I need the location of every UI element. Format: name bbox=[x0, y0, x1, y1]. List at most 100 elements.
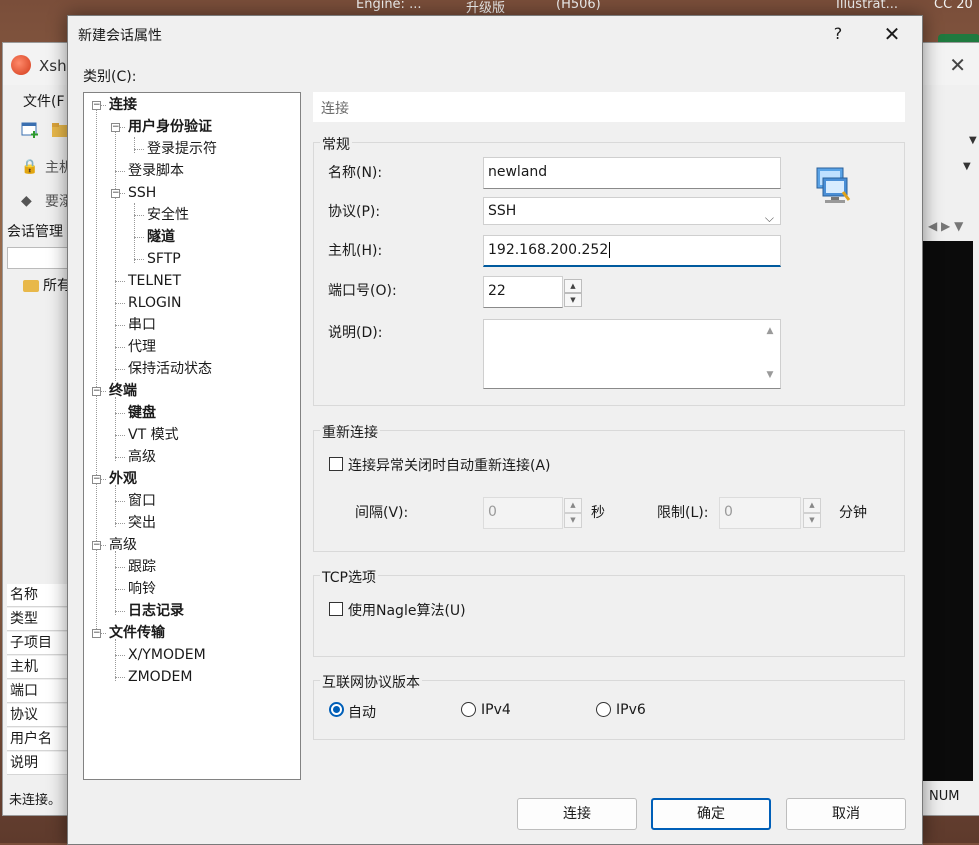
desktop-label: Engine: ... bbox=[356, 0, 422, 12]
radio-ipv4-label[interactable]: IPv4 bbox=[481, 702, 511, 718]
tree-guide-line bbox=[115, 589, 125, 590]
tree-item[interactable]: 高级 bbox=[109, 535, 137, 555]
category-label: 类别(C): bbox=[83, 69, 137, 85]
session-search-input[interactable] bbox=[7, 247, 69, 269]
connect-button[interactable]: 连接 bbox=[517, 798, 637, 830]
tree-item[interactable]: RLOGIN bbox=[128, 293, 182, 313]
radio-ipv6[interactable] bbox=[596, 702, 611, 717]
category-tree[interactable]: − 连接 − 用户身份验证 登录提示符 登录脚本 − SSH 安全性 隧道 SFTP TELNET RL… bbox=[83, 92, 301, 780]
protocol-select[interactable]: SSH ⌵ bbox=[483, 197, 781, 225]
interval-label: 间隔(V): bbox=[355, 505, 409, 521]
radio-ipv6-label[interactable]: IPv6 bbox=[616, 702, 646, 718]
reconnect-group bbox=[313, 430, 905, 552]
tree-item[interactable]: 文件传输 bbox=[109, 623, 165, 643]
tree-item[interactable]: 保持活动状态 bbox=[128, 359, 212, 379]
radio-ipv4[interactable] bbox=[461, 702, 476, 717]
tree-guide-line bbox=[96, 105, 97, 637]
tree-item[interactable]: 连接 bbox=[109, 95, 137, 115]
tree-item[interactable]: 登录提示符 bbox=[147, 139, 217, 159]
tree-item[interactable]: ZMODEM bbox=[128, 667, 192, 687]
tree-item[interactable]: 终端 bbox=[109, 381, 137, 401]
down-arrow-icon[interactable]: ▼ bbox=[803, 513, 821, 528]
name-field[interactable]: newland bbox=[483, 157, 781, 189]
tree-guide-line bbox=[115, 435, 125, 436]
up-arrow-icon[interactable]: ▲ bbox=[564, 279, 582, 293]
tree-item[interactable]: 用户身份验证 bbox=[128, 117, 212, 137]
new-session-icon[interactable] bbox=[21, 121, 41, 139]
cancel-button[interactable]: 取消 bbox=[786, 798, 906, 830]
radio-auto[interactable] bbox=[329, 702, 344, 717]
description-field[interactable] bbox=[483, 319, 781, 389]
general-group-title: 常规 bbox=[320, 134, 352, 154]
tree-guide-line bbox=[115, 551, 116, 615]
tree-item[interactable]: 突出 bbox=[128, 513, 156, 533]
nagle-checkbox[interactable] bbox=[329, 602, 343, 616]
tree-item[interactable]: X/YMODEM bbox=[128, 645, 206, 665]
tree-item[interactable]: 窗口 bbox=[128, 491, 156, 511]
tree-collapse-icon[interactable]: − bbox=[92, 387, 101, 396]
tree-item[interactable]: SSH bbox=[128, 183, 156, 203]
tree-collapse-icon[interactable]: − bbox=[111, 123, 120, 132]
limit-field[interactable]: 0 bbox=[719, 497, 801, 529]
tree-collapse-icon[interactable]: − bbox=[92, 541, 101, 550]
tree-guide-line bbox=[115, 281, 125, 282]
menu-file[interactable]: 文件(F bbox=[23, 91, 65, 111]
tree-guide-line bbox=[134, 203, 135, 263]
tree-item[interactable]: 登录脚本 bbox=[128, 161, 184, 181]
down-arrow-icon[interactable]: ▼ bbox=[564, 513, 582, 528]
chevron-down-icon[interactable]: ▼ bbox=[969, 135, 977, 146]
tree-guide-line bbox=[134, 237, 144, 238]
tree-item[interactable]: VT 模式 bbox=[128, 425, 179, 445]
tree-item[interactable]: 跟踪 bbox=[128, 557, 156, 577]
tree-collapse-icon[interactable]: − bbox=[92, 629, 101, 638]
tree-item[interactable]: 安全性 bbox=[147, 205, 189, 225]
tree-item[interactable]: 响铃 bbox=[128, 579, 156, 599]
port-field[interactable]: 22 bbox=[483, 276, 563, 308]
folder-icon bbox=[23, 280, 39, 292]
auto-reconnect-label[interactable]: 连接异常关闭时自动重新连接(A) bbox=[348, 455, 551, 475]
help-button[interactable]: ? bbox=[828, 24, 848, 43]
tree-guide-line bbox=[115, 485, 116, 527]
tab-scroll-arrows[interactable]: ◀ ▶ ▼ bbox=[928, 219, 963, 233]
radio-auto-label[interactable]: 自动 bbox=[348, 702, 376, 722]
tree-item[interactable]: 代理 bbox=[128, 337, 156, 357]
tree-item[interactable]: 日志记录 bbox=[128, 601, 184, 621]
tree-collapse-icon[interactable]: − bbox=[92, 475, 101, 484]
num-lock-indicator: NUM bbox=[929, 789, 960, 804]
session-properties-dialog: 新建会话属性 ? ✕ 类别(C): − 连接 − 用户身份验证 登录提示符 登录脚本 − SS… bbox=[67, 15, 923, 845]
ok-button[interactable]: 确定 bbox=[651, 798, 771, 830]
tree-guide-line bbox=[134, 137, 135, 153]
limit-stepper[interactable]: ▲ ▼ bbox=[803, 498, 821, 528]
scroll-down-icon[interactable]: ▼ bbox=[763, 370, 777, 380]
tree-item[interactable]: 隧道 bbox=[147, 227, 175, 247]
tree-item[interactable]: SFTP bbox=[147, 249, 181, 269]
port-stepper[interactable]: ▲ ▼ bbox=[564, 279, 582, 307]
tree-guide-line bbox=[115, 523, 125, 524]
tree-item[interactable]: 高级 bbox=[128, 447, 156, 467]
host-field[interactable]: 192.168.200.252 bbox=[483, 235, 781, 267]
close-button[interactable]: ✕ bbox=[880, 22, 904, 46]
desktop-label: (H506) bbox=[556, 0, 601, 12]
tree-collapse-icon[interactable]: − bbox=[111, 189, 120, 198]
tree-item[interactable]: 串口 bbox=[128, 315, 156, 335]
nagle-label[interactable]: 使用Nagle算法(U) bbox=[348, 600, 466, 620]
prop-row: 主机 bbox=[7, 656, 69, 679]
up-arrow-icon[interactable]: ▲ bbox=[564, 498, 582, 513]
tree-item[interactable]: 键盘 bbox=[128, 403, 156, 423]
interval-field[interactable]: 0 bbox=[483, 497, 563, 529]
scroll-up-icon[interactable]: ▲ bbox=[763, 326, 777, 336]
xshell-close-icon[interactable]: ✕ bbox=[949, 53, 966, 77]
auto-reconnect-checkbox[interactable] bbox=[329, 457, 343, 471]
up-arrow-icon[interactable]: ▲ bbox=[803, 498, 821, 513]
tree-item[interactable]: 外观 bbox=[109, 469, 137, 489]
session-tree-all[interactable]: 所有 bbox=[23, 275, 71, 295]
session-manager-title: 会话管理 bbox=[7, 224, 63, 240]
tree-item[interactable]: TELNET bbox=[128, 271, 181, 291]
interval-stepper[interactable]: ▲ ▼ bbox=[564, 498, 582, 528]
down-arrow-icon[interactable]: ▼ bbox=[564, 293, 582, 307]
tree-collapse-icon[interactable]: − bbox=[92, 101, 101, 110]
desktop-label: CC 20 bbox=[934, 0, 973, 12]
terminal-area[interactable] bbox=[923, 241, 973, 781]
tree-guide-line bbox=[134, 215, 144, 216]
chevron-down-icon[interactable]: ▼ bbox=[963, 161, 971, 172]
